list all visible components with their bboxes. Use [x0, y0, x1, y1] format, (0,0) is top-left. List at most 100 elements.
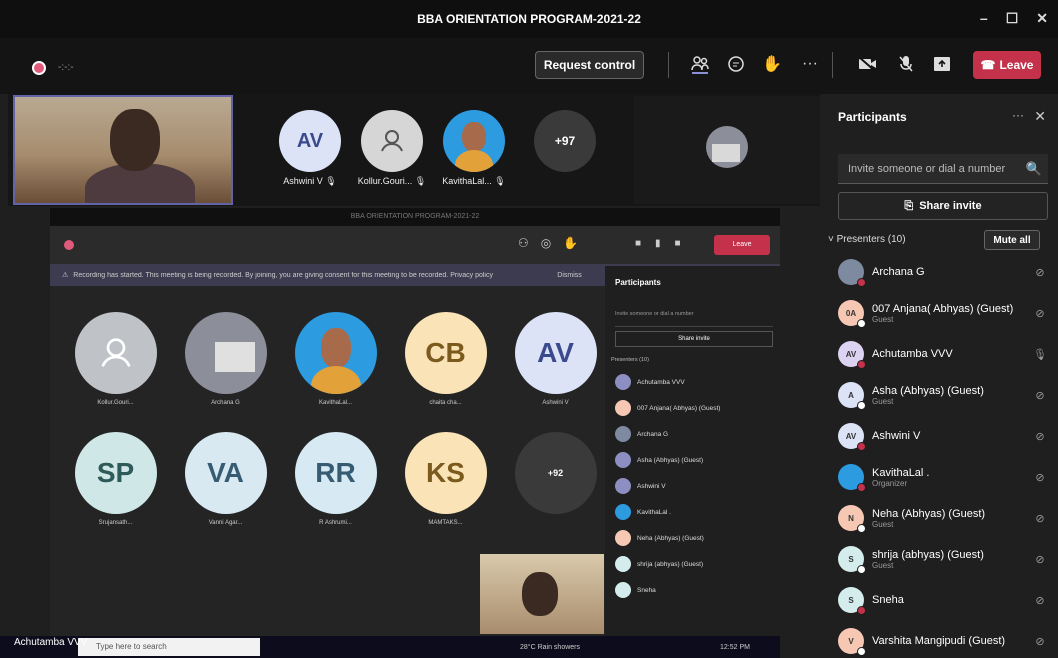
avatar: S: [838, 546, 866, 574]
status-dot: [857, 442, 866, 451]
avatar: [443, 110, 505, 172]
people-icon[interactable]: [688, 52, 712, 76]
inner-participant-row: 007 Anjana( Abhyas) (Guest): [605, 395, 780, 421]
invite-input[interactable]: Invite someone or dial a number 🔍: [838, 154, 1048, 184]
more-participants-tile[interactable]: +97: [530, 110, 600, 172]
taskbar-search: Type here to search: [78, 638, 260, 656]
participant-name: 007 Anjana( Abhyas) (Guest): [872, 302, 1014, 315]
avatar: SP: [74, 432, 157, 514]
inner-participant-row: Ashwini V: [605, 473, 780, 499]
participant-row[interactable]: AV Ashwini V ⊘: [838, 418, 1048, 454]
mic-off-icon[interactable]: ⊘: [1032, 307, 1048, 320]
chat-icon[interactable]: [724, 52, 748, 76]
mic-off-icon[interactable]: ⊘: [1032, 389, 1048, 402]
participants-panel: Participants ··· ✕ Invite someone or dia…: [820, 94, 1058, 658]
grid-tile: Kollur.Gouri...: [68, 312, 163, 406]
grid-name: KavithaLal...: [318, 400, 353, 406]
grid-tile: KavithaLal...: [288, 312, 383, 406]
mic-off-icon[interactable]: ⊘: [1032, 430, 1048, 443]
participant-tile[interactable]: KavithaLal... 🎙: [434, 110, 514, 187]
participant-row[interactable]: Sshrija (abhyas) (Guest) Guest ⊘: [838, 541, 1048, 577]
participant-row[interactable]: S Sneha ⊘: [838, 582, 1048, 618]
window-title: BBA ORIENTATION PROGRAM-2021-22: [417, 12, 641, 26]
avatar: [615, 504, 631, 520]
more-icon[interactable]: ···: [1012, 108, 1024, 122]
more-icon[interactable]: ···: [798, 52, 822, 76]
avatar: N: [838, 505, 866, 533]
inner-participant-row: KavithaLal .: [605, 499, 780, 525]
grid-tile: Archana G: [178, 312, 273, 406]
presenters-label: Presenters (10): [836, 234, 906, 245]
mic-icon[interactable]: [894, 52, 918, 76]
avatar-initials: A: [848, 390, 854, 400]
photo-body: [310, 366, 361, 394]
participant-row[interactable]: KavithaLal . Organizer ⊘: [838, 459, 1048, 495]
minimize-button[interactable]: –: [980, 10, 988, 27]
grid-tile: VA Vanni Agar...: [178, 432, 273, 526]
inner-row-name: Asha (Abhyas) (Guest): [637, 456, 704, 464]
avatar-initials: V: [848, 636, 854, 646]
mic-off-icon[interactable]: ⊘: [1032, 266, 1048, 279]
mute-all-button[interactable]: Mute all: [984, 230, 1040, 250]
grid-tile: RR R Ashrumi...: [288, 432, 383, 526]
status-dot: [857, 647, 866, 656]
participant-tile[interactable]: AV Ashwini V 🎙: [270, 110, 350, 187]
presenter-video[interactable]: [13, 95, 233, 205]
close-panel-button[interactable]: ✕: [1034, 108, 1046, 125]
raise-hand-icon[interactable]: ✋: [760, 52, 784, 76]
avatar: AV: [838, 341, 866, 369]
inner-row-name: shrija (abhyas) (Guest): [637, 560, 704, 568]
inner-participant-row: Asha (Abhyas) (Guest): [605, 447, 780, 473]
inner-toolbar: ⚇◎✋ ■▮■ Leave: [50, 226, 780, 264]
recording-icon: [64, 240, 74, 250]
participant-role: Guest: [872, 560, 894, 570]
mic-off-icon[interactable]: ⊘: [1032, 594, 1048, 607]
avatar: [615, 530, 631, 546]
inner-self-video: [480, 554, 604, 634]
banner-text: Recording has started. This meeting is b…: [73, 271, 493, 279]
close-button[interactable]: ✕: [1036, 10, 1048, 27]
participant-row[interactable]: V Varshita Mangipudi (Guest) ⊘: [838, 623, 1048, 658]
leave-button[interactable]: ☎ Leave: [973, 51, 1041, 79]
status-dot: [857, 483, 866, 492]
mic-off-icon[interactable]: ⊘: [1032, 553, 1048, 566]
phone-icon: ☎: [980, 58, 996, 72]
inner-participant-row: Achutamba VVV: [605, 369, 780, 395]
avatar-initials: N: [848, 513, 854, 523]
participant-tile[interactable]: Kollur.Gouri... 🎙: [352, 110, 432, 187]
participant-video[interactable]: [634, 96, 820, 204]
title-bar: BBA ORIENTATION PROGRAM-2021-22 – ☐ ✕: [0, 0, 1058, 38]
inner-invite: Invite someone or dial a number: [615, 311, 773, 327]
maximize-button[interactable]: ☐: [1006, 10, 1019, 27]
search-icon: 🔍: [1025, 161, 1042, 176]
mic-off-icon: 🎙: [414, 176, 427, 186]
presenters-header[interactable]: ˅ Presenters (10): [828, 234, 906, 245]
mic-off-icon[interactable]: 🎙: [1032, 348, 1048, 361]
share-invite-button[interactable]: ⎘ Share invite: [838, 192, 1048, 220]
participant-row[interactable]: Archana G ⊘: [838, 254, 1048, 290]
participant-row[interactable]: N Neha (Abhyas) (Guest) Guest ⊘: [838, 500, 1048, 536]
grid-tile: CB chaita cha...: [398, 312, 493, 406]
participant-info: Neha (Abhyas) (Guest) Guest: [872, 508, 1032, 529]
camera-icon[interactable]: [856, 52, 880, 76]
meeting-timer: -:-:-: [58, 62, 74, 73]
participant-name: Ashwini V: [872, 430, 921, 442]
status-dot: [857, 401, 866, 410]
inner-participant-row: Archana G: [605, 421, 780, 447]
participant-name: Ashwini V 🎙: [270, 176, 350, 187]
participant-row[interactable]: AV Achutamba VVV 🎙: [838, 336, 1048, 372]
participant-row[interactable]: 0A 007 Anjana( Abhyas) (Guest) Guest ⊘: [838, 295, 1048, 331]
leave-label: Leave: [999, 58, 1034, 72]
inner-participant-row: shrija (abhyas) (Guest): [605, 551, 780, 577]
avatar: [615, 374, 631, 390]
participant-info: Varshita Mangipudi (Guest): [872, 635, 1032, 647]
avatar: KS: [404, 432, 487, 514]
share-icon[interactable]: [930, 52, 954, 76]
mic-off-icon[interactable]: ⊘: [1032, 635, 1048, 648]
request-control-button[interactable]: Request control: [535, 51, 644, 79]
inner-panel-title: Participants: [615, 278, 661, 287]
mic-off-icon[interactable]: ⊘: [1032, 471, 1048, 484]
participant-row[interactable]: A Asha (Abhyas) (Guest) Guest ⊘: [838, 377, 1048, 413]
window-controls: – ☐ ✕: [980, 10, 1048, 27]
mic-off-icon[interactable]: ⊘: [1032, 512, 1048, 525]
